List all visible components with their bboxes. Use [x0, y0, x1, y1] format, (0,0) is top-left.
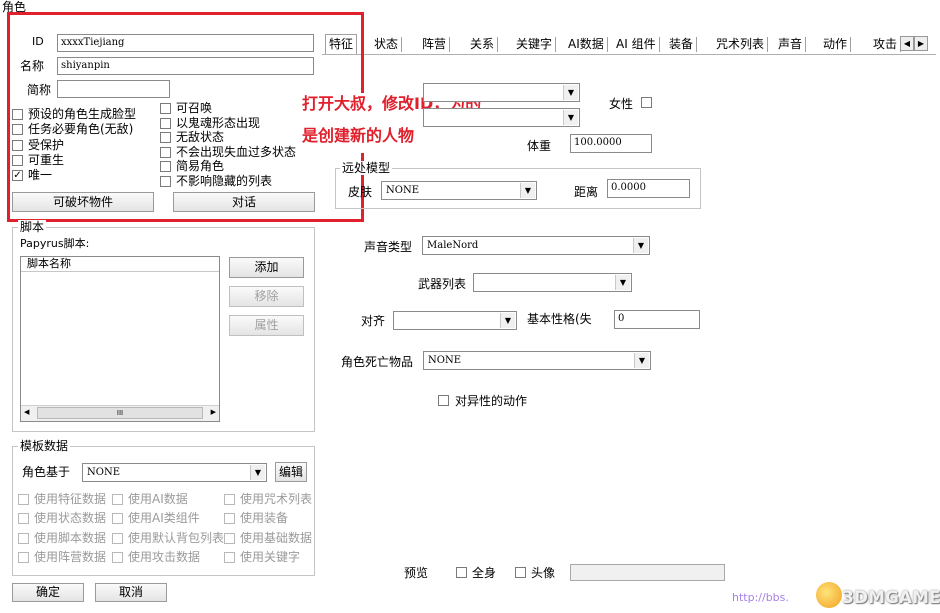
template-option-label: 使用阵营数据	[34, 549, 107, 564]
death-item-combo[interactable]: NONE ▼	[423, 351, 651, 370]
tab-item[interactable]: 阵营	[419, 37, 451, 52]
script-group-title: 脚本	[18, 220, 47, 234]
distance-field[interactable]: 0.0000	[607, 179, 690, 198]
template-option-checkbox[interactable]	[18, 532, 29, 544]
chevron-down-icon: ▼	[615, 275, 630, 290]
template-option-checkbox[interactable]	[112, 532, 123, 544]
ok-button[interactable]: 确定	[12, 583, 84, 602]
template-option-label: 使用默认背包列表	[128, 530, 225, 545]
template-option-checkbox[interactable]	[112, 494, 123, 505]
preview-head-label: 头像	[531, 566, 556, 580]
weight-field[interactable]: 100.0000	[570, 134, 652, 153]
tab-item[interactable]: 动作	[820, 37, 852, 52]
chevron-down-icon: ▼	[500, 313, 515, 328]
skin-label: 皮肤	[348, 185, 373, 199]
female-checkbox[interactable]	[641, 97, 652, 108]
script-list-hscrollbar[interactable]: ◀ III ▶	[21, 405, 219, 421]
female-label: 女性	[609, 97, 634, 111]
far-model-title: 远处模型	[340, 161, 393, 175]
script-list[interactable]: 脚本名称 ◀ III ▶	[20, 256, 220, 422]
watermark-brand: 3DMGAME	[842, 588, 940, 608]
based-on-combo[interactable]: NONE ▼	[82, 463, 267, 482]
based-on-label: 角色基于	[22, 465, 71, 479]
tab-item[interactable]: 声音	[775, 37, 807, 52]
cancel-button[interactable]: 取消	[95, 583, 167, 602]
voice-type-combo[interactable]: MaleNord ▼	[422, 236, 650, 255]
scroll-left-icon[interactable]: ◀	[24, 408, 29, 416]
scroll-thumb[interactable]: III	[37, 407, 203, 419]
watermark-logo-icon	[816, 582, 842, 608]
chevron-down-icon: ▼	[634, 353, 649, 368]
template-option-label: 使用关键字	[240, 549, 301, 564]
template-option-label: 使用脚本数据	[34, 530, 107, 545]
opposite-gender-anims-label: 对异性的动作	[455, 394, 528, 408]
script-properties-button[interactable]: 属性	[229, 315, 304, 336]
template-option-checkbox[interactable]	[224, 551, 235, 563]
tab-item[interactable]: AI 组件	[613, 37, 660, 52]
template-group-title: 模板数据	[18, 439, 71, 453]
weight-label: 体重	[527, 139, 552, 153]
preview-full-body-label: 全身	[472, 566, 497, 580]
template-option-checkbox[interactable]	[112, 551, 123, 563]
tab-item[interactable]: 状态	[371, 37, 403, 52]
template-option-label: 使用AI数据	[128, 492, 188, 506]
preview-full-body-checkbox[interactable]	[456, 567, 467, 578]
scroll-right-icon[interactable]: ▶	[211, 408, 216, 416]
chevron-down-icon: ▼	[633, 238, 648, 253]
tab-item[interactable]: AI数据	[565, 37, 608, 52]
tab-item[interactable]: 装备	[666, 37, 698, 52]
death-item-label: 角色死亡物品	[341, 355, 414, 369]
template-option-checkbox[interactable]	[112, 513, 123, 525]
traits-combo-1[interactable]: ▼	[423, 83, 580, 102]
opposite-gender-anims-checkbox[interactable]	[438, 395, 449, 406]
tab-item[interactable]: 咒术列表	[713, 37, 769, 52]
template-option-label: 使用状态数据	[34, 511, 107, 526]
tab-panel-border	[322, 54, 936, 55]
traits-combo-2[interactable]: ▼	[423, 108, 580, 127]
template-option-label: 使用装备	[240, 511, 289, 526]
tab-item[interactable]: 关系	[467, 37, 499, 52]
template-option-label: 使用基础数据	[240, 530, 313, 545]
chevron-down-icon: ▼	[520, 183, 535, 198]
weapon-list-combo[interactable]: ▼	[473, 273, 632, 292]
template-option-label: 使用攻击数据	[128, 549, 201, 564]
template-option-checkbox[interactable]	[18, 494, 29, 505]
tab-scroll-right-icon[interactable]: ▶	[914, 36, 928, 51]
chevron-down-icon: ▼	[563, 85, 578, 100]
template-option-label: 使用咒术列表	[240, 492, 313, 506]
chevron-down-icon: ▼	[250, 465, 265, 480]
edit-template-button[interactable]: 编辑	[275, 462, 307, 482]
preview-label: 预览	[404, 566, 429, 580]
distance-label: 距离	[574, 185, 599, 199]
template-option-checkbox[interactable]	[224, 494, 235, 505]
tab-scroll-left-icon[interactable]: ◀	[900, 36, 914, 51]
template-option-label: 使用AI类组件	[128, 511, 200, 526]
template-option-checkbox[interactable]	[18, 513, 29, 525]
alignment-combo[interactable]: ▼	[393, 311, 517, 330]
tab-item[interactable]: 关键字	[513, 37, 557, 52]
base-disposition-field[interactable]: 0	[614, 310, 700, 329]
annotation-line-2: 是创建新的人物	[302, 126, 415, 145]
weapon-list-label: 武器列表	[418, 277, 467, 291]
voice-type-label: 声音类型	[364, 240, 413, 254]
alignment-label: 对齐	[361, 314, 386, 328]
tab-item[interactable]: 攻击	[870, 37, 902, 52]
watermark-url: http://bbs.	[732, 591, 789, 604]
template-option-checkbox[interactable]	[224, 532, 235, 544]
remove-script-button[interactable]: 移除	[229, 286, 304, 307]
template-option-checkbox[interactable]	[224, 513, 235, 525]
papyrus-label: Papyrus脚本:	[20, 237, 90, 250]
script-name-column-header[interactable]: 脚本名称	[21, 257, 219, 272]
base-disposition-label: 基本性格(失	[527, 312, 592, 326]
add-script-button[interactable]: 添加	[229, 257, 304, 278]
template-option-checkbox[interactable]	[18, 551, 29, 563]
template-option-label: 使用特征数据	[34, 492, 107, 506]
chevron-down-icon: ▼	[563, 110, 578, 125]
preview-head-checkbox[interactable]	[515, 567, 526, 578]
preview-progress-bar	[570, 564, 725, 581]
skin-combo[interactable]: NONE ▼	[381, 181, 537, 200]
